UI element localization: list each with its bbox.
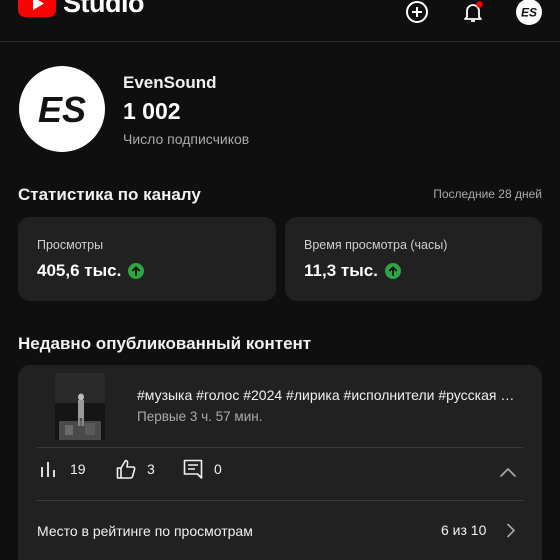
subscriber-label: Число подписчиков xyxy=(123,131,250,147)
top-bar: Studio ES xyxy=(0,0,560,42)
notifications-button[interactable] xyxy=(460,0,486,25)
video-meta: Первые 3 ч. 57 мин. xyxy=(137,409,263,424)
stats-section-title: Статистика по каналу xyxy=(18,185,201,204)
channel-avatar[interactable]: ES xyxy=(19,66,105,152)
views-count: 19 xyxy=(70,461,86,477)
comment-icon xyxy=(183,459,203,479)
video-thumbnail-image xyxy=(55,373,105,440)
chevron-up-icon[interactable] xyxy=(499,466,517,478)
arrow-up-icon xyxy=(384,263,401,279)
account-avatar[interactable]: ES xyxy=(515,0,543,26)
account-avatar-icon: ES xyxy=(516,0,542,25)
bar-chart-icon xyxy=(41,462,55,477)
video-title[interactable]: #музыка #голос #2024 #лирика #исполнител… xyxy=(137,387,523,403)
video-thumbnail[interactable] xyxy=(55,373,105,440)
svg-text:ES: ES xyxy=(38,89,86,129)
divider xyxy=(37,500,523,501)
recent-video-card: #музыка #голос #2024 #лирика #исполнител… xyxy=(18,365,542,560)
channel-logo-icon: ES xyxy=(38,89,86,129)
brand-text: Studio xyxy=(63,0,144,18)
channel-name: EvenSound xyxy=(123,73,217,92)
rank-value: 6 из 10 xyxy=(441,522,487,538)
create-button[interactable] xyxy=(404,0,430,25)
bell-icon xyxy=(464,1,483,22)
stat-card-views[interactable]: Просмотры 405,6 тыс. xyxy=(18,217,276,301)
arrow-up-icon xyxy=(128,263,145,279)
metric-likes: 3 xyxy=(115,458,155,480)
divider xyxy=(37,447,523,448)
stat-value-text: 405,6 тыс. xyxy=(37,261,122,280)
studio-dashboard: Studio ES ES EvenSound 1 002 Число подпи… xyxy=(0,0,560,560)
create-icon xyxy=(406,1,428,23)
subscriber-count: 1 002 xyxy=(123,98,181,124)
stat-value-text: 11,3 тыс. xyxy=(304,261,378,280)
svg-text:ES: ES xyxy=(521,6,537,20)
stat-value: 405,6 тыс. xyxy=(37,261,145,281)
studio-logo[interactable]: Studio xyxy=(18,0,144,19)
youtube-logo-icon xyxy=(18,0,56,17)
recent-section-title: Недавно опубликованный контент xyxy=(18,334,312,353)
stat-card-watch-time[interactable]: Время просмотра (часы) 11,3 тыс. xyxy=(285,217,542,301)
thumb-up-icon xyxy=(116,459,136,479)
stat-value: 11,3 тыс. xyxy=(304,261,401,281)
metric-views: 19 xyxy=(38,458,86,480)
comments-count: 0 xyxy=(214,461,222,477)
chevron-right-icon[interactable] xyxy=(505,522,517,539)
stat-label: Просмотры xyxy=(37,238,104,252)
metric-comments: 0 xyxy=(182,458,222,480)
stat-label: Время просмотра (часы) xyxy=(304,238,448,252)
stats-period: Последние 28 дней xyxy=(433,187,542,201)
rank-label[interactable]: Место в рейтинге по просмотрам xyxy=(37,523,253,539)
likes-count: 3 xyxy=(147,461,155,477)
